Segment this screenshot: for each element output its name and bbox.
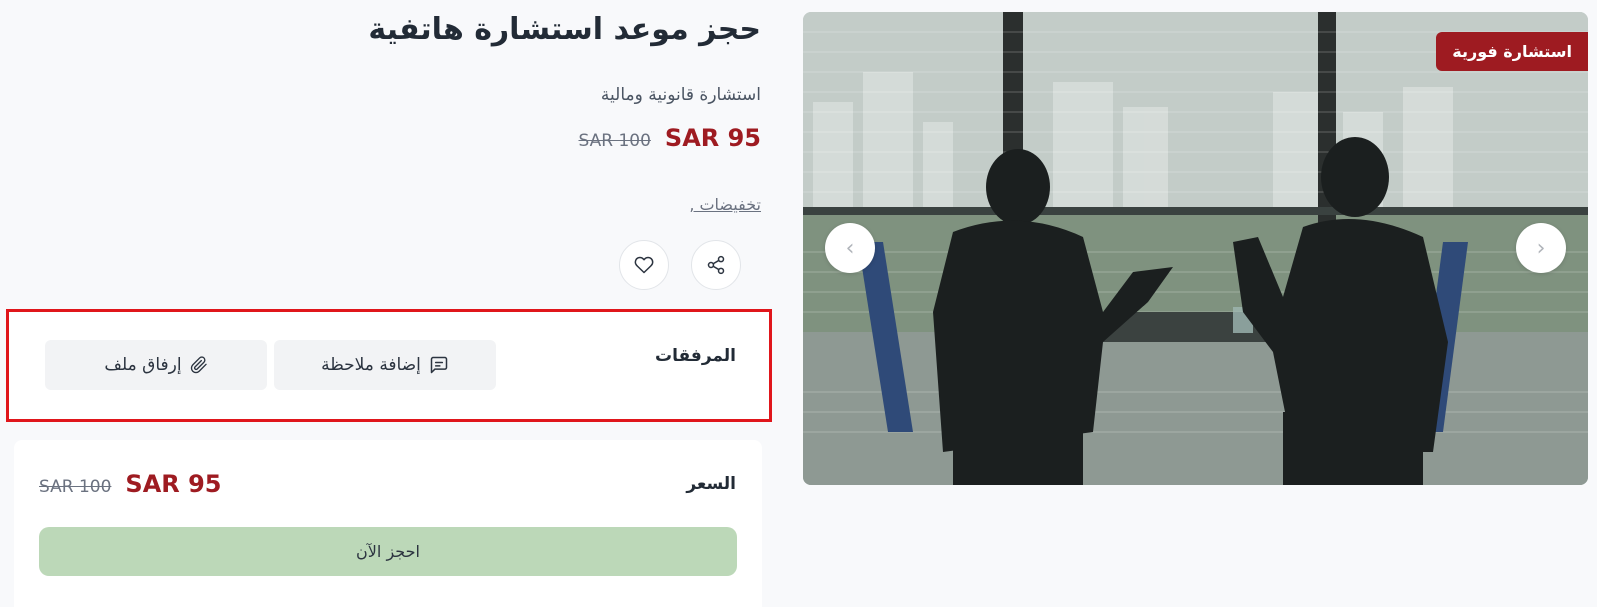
gallery-next-button[interactable]: › <box>1516 223 1566 273</box>
chevron-right-icon: › <box>1536 235 1546 261</box>
product-info: حجز موعد استشارة هاتفية استشارة قانونية … <box>0 0 790 607</box>
paperclip-icon <box>190 356 207 374</box>
price-label: السعر <box>686 474 736 494</box>
product-category: استشارة قانونية ومالية <box>600 85 761 105</box>
product-image <box>803 12 1588 485</box>
attachments-label: المرفقات <box>654 346 736 366</box>
chevron-left-icon: ‹ <box>845 235 855 261</box>
summary-original-price: SAR 100 <box>39 477 112 497</box>
message-square-icon <box>430 356 448 374</box>
book-now-button[interactable]: احجز الآن <box>39 527 737 576</box>
original-price: SAR 100 <box>578 131 651 151</box>
product-gallery: استشارة فورية ‹ › <box>803 12 1588 485</box>
product-title: حجز موعد استشارة هاتفية <box>368 12 761 47</box>
gallery-prev-button[interactable]: ‹ <box>825 223 875 273</box>
instant-consultation-badge: استشارة فورية <box>1436 32 1588 71</box>
price-summary: السعر SAR 100 SAR 95 احجز الآن <box>14 440 762 607</box>
heart-icon <box>634 256 654 274</box>
attachments-section: المرفقات إضافة ملاحظة إرفاق ملف <box>6 309 772 422</box>
share-button[interactable] <box>691 240 741 290</box>
attach-file-button[interactable]: إرفاق ملف <box>45 340 267 390</box>
favorite-button[interactable] <box>619 240 669 290</box>
add-note-button[interactable]: إضافة ملاحظة <box>274 340 496 390</box>
product-price: SAR 95 SAR 100 <box>579 124 762 152</box>
discounts-link[interactable]: تخفيضات , <box>689 195 761 214</box>
add-note-label: إضافة ملاحظة <box>321 355 421 375</box>
share-icon <box>707 255 725 275</box>
summary-current-price: SAR 95 <box>125 470 222 498</box>
attach-file-label: إرفاق ملف <box>104 355 182 375</box>
summary-price: SAR 100 SAR 95 <box>39 470 222 498</box>
current-price: SAR 95 <box>664 124 761 152</box>
